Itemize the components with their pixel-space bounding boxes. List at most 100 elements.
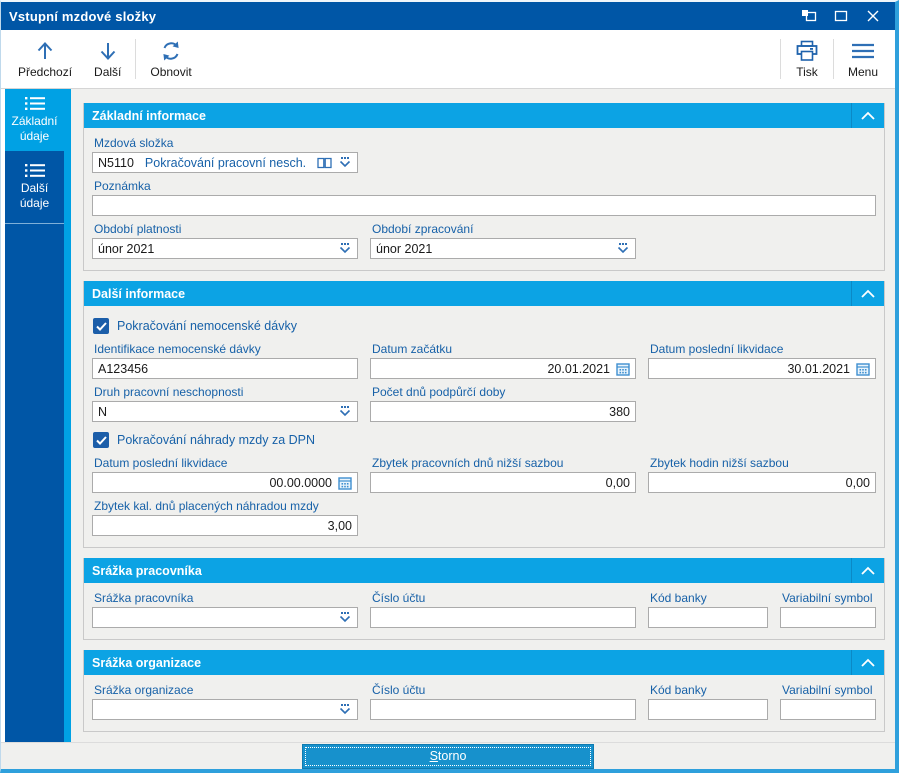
kod-banky-input[interactable] (648, 607, 768, 628)
field-value: 380 (609, 404, 630, 419)
collapse-section-button[interactable] (852, 281, 884, 306)
sidebar-item-label: Další údaje (19, 181, 50, 210)
zbytek-dnu-input[interactable]: 0,00 (370, 472, 636, 493)
field-label: Druh pracovní neschopnosti (94, 385, 244, 399)
datum-likvidace-dpn-input[interactable]: 00.00.0000 (92, 472, 358, 493)
section-header: Srážka pracovníka (84, 558, 884, 583)
field-label: Období zpracování (372, 222, 474, 236)
field-zbytek-hodin: Zbytek hodin nižší sazbou 0,00 (648, 450, 876, 493)
zbytek-kal-dnu-input[interactable]: 3,00 (92, 515, 358, 536)
menu-button[interactable]: Menu (837, 33, 889, 85)
list-icon (24, 164, 45, 177)
field-cislo-uctu: Číslo účtu (370, 677, 636, 720)
kod-banky-input[interactable] (648, 699, 768, 720)
menu-label: Menu (847, 64, 878, 79)
field-value: 20.01.2021 (547, 361, 610, 376)
identifikace-input[interactable]: A123456 (92, 358, 358, 379)
arrow-up-icon (37, 41, 53, 59)
calendar-icon[interactable] (338, 476, 352, 490)
field-value: 0,00 (845, 475, 870, 490)
app-window: Vstupní mzdové složky Předchozí Další Ob… (0, 0, 899, 773)
checkbox-checked[interactable] (93, 318, 109, 334)
sidebar-item-zakladni-udaje[interactable]: Základní údaje (5, 89, 71, 151)
field-label: Kód banky (650, 683, 707, 697)
restore-window-button[interactable] (795, 5, 823, 27)
cislo-uctu-input[interactable] (370, 699, 636, 720)
field-value: 00.00.0000 (269, 475, 332, 490)
previous-button[interactable]: Předchozí (7, 33, 83, 85)
section-srazka-pracovnika: Srážka pracovníka Srážka pracovníka Čísl… (83, 558, 885, 640)
collapse-section-button[interactable] (852, 558, 884, 583)
section-zakladni-informace: Základní informace Mzdová složka N5110 P… (83, 103, 885, 271)
calendar-icon[interactable] (856, 362, 870, 376)
checkbox-checked[interactable] (93, 432, 109, 448)
arrow-down-icon (100, 42, 115, 60)
srazka-pracovnika-select[interactable] (92, 607, 358, 628)
field-label: Variabilní symbol (782, 591, 873, 605)
catalog-book-icon[interactable] (317, 157, 332, 169)
field-label: Poznámka (94, 179, 151, 193)
window-body: Základní údaje Další údaje Základní info… (1, 89, 895, 742)
field-srazka-organizace: Srážka organizace (92, 677, 358, 720)
field-label: Zbytek kal. dnů placených náhradou mzdy (94, 499, 319, 513)
obdobi-zpracovani-select[interactable]: únor 2021 (370, 238, 636, 259)
field-label: Datum poslední likvidace (650, 342, 784, 356)
field-label: Kód banky (650, 591, 707, 605)
pocet-dnu-input[interactable]: 380 (370, 401, 636, 422)
toolbar-separator (135, 39, 137, 79)
refresh-button[interactable]: Obnovit (139, 33, 202, 85)
checkbox-pokracovani-nahrady: Pokračování náhrady mzdy za DPN (93, 432, 876, 448)
zbytek-hodin-input[interactable]: 0,00 (648, 472, 876, 493)
combo-dropdown-icon[interactable] (338, 703, 352, 716)
combo-dropdown-icon[interactable] (338, 242, 352, 255)
field-label: Mzdová složka (94, 136, 174, 150)
section-header: Další informace (84, 281, 884, 306)
refresh-icon (163, 41, 179, 60)
close-icon (867, 10, 879, 22)
close-window-button[interactable] (859, 5, 887, 27)
sidebar: Základní údaje Další údaje (5, 89, 71, 742)
field-value: N (98, 404, 108, 419)
combo-dropdown-icon[interactable] (338, 405, 352, 418)
section-dalsi-informace: Další informace Pokračování nemocenské d (83, 281, 885, 548)
print-label: Tisk (796, 64, 818, 79)
wage-component-name: Pokračování pracovní nesch. (144, 155, 307, 170)
title-bar: Vstupní mzdové složky (1, 2, 895, 30)
combo-dropdown-icon[interactable] (338, 156, 352, 169)
chevron-up-icon (861, 289, 875, 298)
combo-dropdown-icon[interactable] (338, 611, 352, 624)
maximize-window-button[interactable] (827, 5, 855, 27)
datum-zacatku-input[interactable]: 20.01.2021 (370, 358, 636, 379)
datum-posledni-likvidace-input[interactable]: 30.01.2021 (648, 358, 876, 379)
next-button[interactable]: Další (83, 33, 132, 85)
field-label: Datum poslední likvidace (94, 456, 228, 470)
chevron-up-icon (861, 566, 875, 575)
print-button[interactable]: Tisk (784, 33, 830, 85)
field-label: Zbytek hodin nižší sazbou (650, 456, 789, 470)
field-label: Číslo účtu (372, 683, 426, 697)
cislo-uctu-input[interactable] (370, 607, 636, 628)
chevron-up-icon (861, 111, 875, 120)
collapse-section-button[interactable] (852, 103, 884, 128)
sidebar-item-label: Základní údaje (11, 114, 58, 143)
checkbox-label[interactable]: Pokračování náhrady mzdy za DPN (117, 433, 315, 447)
calendar-icon[interactable] (616, 362, 630, 376)
wage-component-code: N5110 (98, 155, 134, 170)
storno-button[interactable]: Storno (303, 744, 593, 768)
combo-dropdown-icon[interactable] (616, 242, 630, 255)
checkbox-label[interactable]: Pokračování nemocenské dávky (117, 319, 297, 333)
field-value: A123456 (98, 361, 149, 376)
obdobi-platnosti-select[interactable]: únor 2021 (92, 238, 358, 259)
poznamka-input[interactable] (92, 195, 876, 216)
collapse-section-button[interactable] (852, 650, 884, 675)
druh-neschopnosti-select[interactable]: N (92, 401, 358, 422)
variabilni-symbol-input[interactable] (780, 699, 876, 720)
mzdova-slozka-input[interactable]: N5110 Pokračování pracovní nesch. (92, 152, 358, 173)
sidebar-item-dalsi-udaje[interactable]: Další údaje (5, 151, 71, 223)
checkbox-pokracovani-davky: Pokračování nemocenské dávky (93, 318, 876, 334)
srazka-organizace-select[interactable] (92, 699, 358, 720)
variabilni-symbol-input[interactable] (780, 607, 876, 628)
section-title: Srážka organizace (92, 655, 202, 670)
field-poznamka: Poznámka (92, 179, 876, 216)
field-srazka-pracovnika: Srážka pracovníka (92, 585, 358, 628)
